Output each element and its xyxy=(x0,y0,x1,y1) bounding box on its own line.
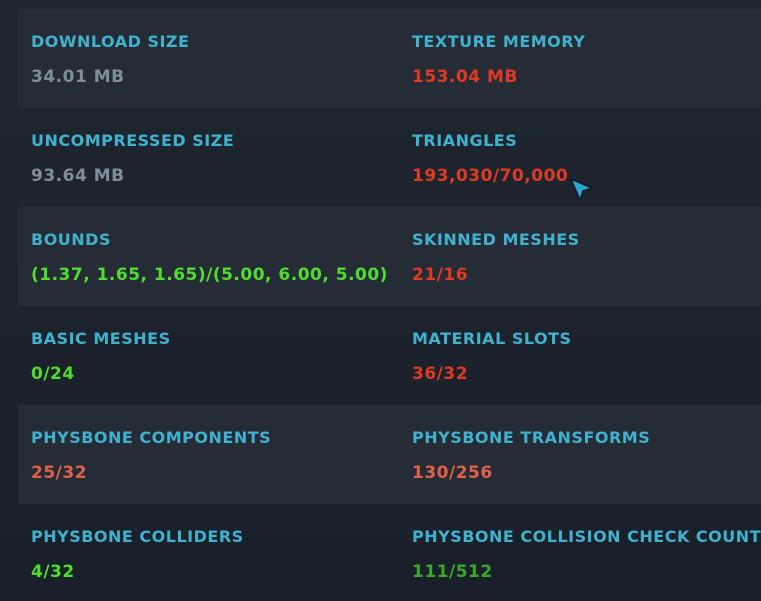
stat-value: 130/256 xyxy=(412,463,493,483)
stat-label: PHYSBONE COMPONENTS xyxy=(31,428,272,447)
stat-value: 193,030/70,000 xyxy=(412,166,569,186)
stat-label: MATERIAL SLOTS xyxy=(412,329,572,348)
stats-row: DOWNLOAD SIZE 34.01 MB TEXTURE MEMORY 15… xyxy=(18,9,761,108)
mouse-pointer-icon xyxy=(570,178,593,201)
stat-value: 25/32 xyxy=(31,463,88,483)
stat-label: DOWNLOAD SIZE xyxy=(31,32,190,51)
stat-value: 36/32 xyxy=(412,364,469,384)
stats-row: UNCOMPRESSED SIZE 93.64 MB TRIANGLES 193… xyxy=(18,108,761,207)
stat-value: 153.04 MB xyxy=(412,67,518,87)
stats-row: PHYSBONE COLLIDERS 4/32 PHYSBONE COLLISI… xyxy=(18,504,761,601)
stat-label: UNCOMPRESSED SIZE xyxy=(31,131,235,150)
stat-label: BASIC MESHES xyxy=(31,329,171,348)
stat-value: 93.64 MB xyxy=(31,166,125,186)
performance-stats-panel: DOWNLOAD SIZE 34.01 MB TEXTURE MEMORY 15… xyxy=(0,0,761,601)
stat-label: PHYSBONE COLLIDERS xyxy=(31,527,244,546)
stat-label: PHYSBONE TRANSFORMS xyxy=(412,428,651,447)
stats-row: PHYSBONE COMPONENTS 25/32 PHYSBONE TRANS… xyxy=(18,405,761,504)
stat-label: SKINNED MESHES xyxy=(412,230,580,249)
stat-value: (1.37, 1.65, 1.65)/(5.00, 6.00, 5.00) xyxy=(31,265,388,285)
stat-label: TRIANGLES xyxy=(412,131,518,150)
stat-value: 4/32 xyxy=(31,562,75,582)
stat-value: 0/24 xyxy=(31,364,75,384)
stat-value: 111/512 xyxy=(412,562,493,582)
stat-label: TEXTURE MEMORY xyxy=(412,32,586,51)
stats-row: BASIC MESHES 0/24 MATERIAL SLOTS 36/32 xyxy=(18,306,761,405)
stat-label: BOUNDS xyxy=(31,230,111,249)
stat-value: 21/16 xyxy=(412,265,469,285)
stat-value: 34.01 MB xyxy=(31,67,125,87)
stats-row: BOUNDS (1.37, 1.65, 1.65)/(5.00, 6.00, 5… xyxy=(18,207,761,306)
stat-label: PHYSBONE COLLISION CHECK COUNT xyxy=(412,527,761,546)
